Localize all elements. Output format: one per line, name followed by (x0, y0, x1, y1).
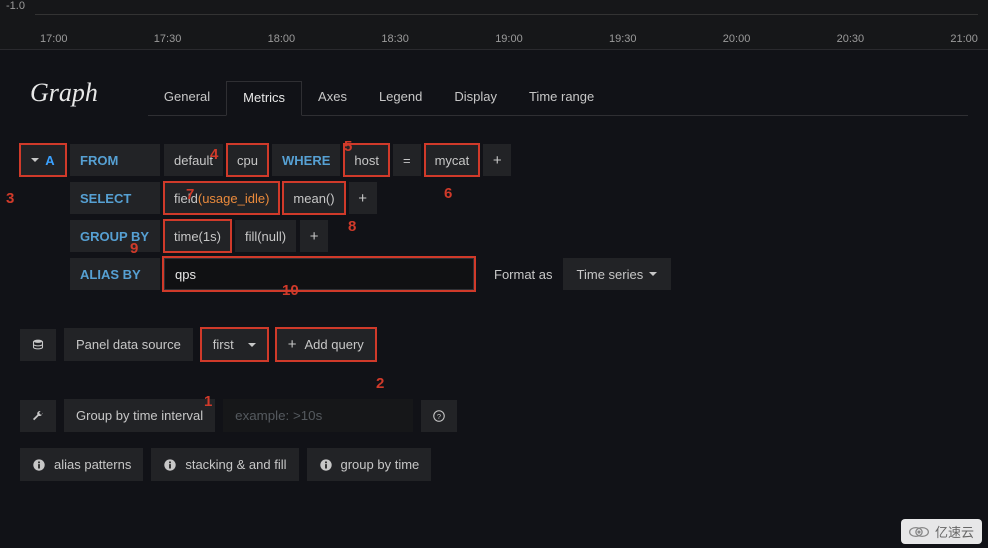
tab-axes[interactable]: Axes (302, 81, 363, 115)
groupby-interval-label: Group by time interval (64, 399, 215, 432)
x-tick: 21:00 (950, 33, 978, 45)
format-as-select[interactable]: Time series (563, 258, 672, 290)
groupby-interval-input-wrap (223, 399, 413, 432)
callout-8: 8 (348, 218, 356, 235)
callout-3: 3 (6, 190, 14, 207)
callout-9: 9 (130, 240, 138, 257)
callout-10: 10 (282, 282, 299, 299)
select-field[interactable]: field(usage_idle) (164, 182, 279, 214)
x-tick: 20:00 (723, 33, 751, 45)
where-keyword: WHERE (272, 144, 340, 176)
callout-6: 6 (444, 185, 452, 202)
groupby-keyword: GROUP BY (70, 220, 160, 252)
tab-display[interactable]: Display (438, 81, 513, 115)
x-ticks: 17:00 17:30 18:00 18:30 19:00 19:30 20:0… (40, 33, 978, 45)
callout-7: 7 (186, 186, 194, 203)
tab-general[interactable]: General (148, 81, 226, 115)
aliasby-keyword: ALIAS BY (70, 258, 160, 290)
from-keyword: FROM (70, 144, 160, 176)
help-alias-label: alias patterns (54, 457, 131, 472)
svg-text:?: ? (437, 412, 441, 421)
groupby-interval-help[interactable]: ? (421, 400, 457, 432)
select-keyword: SELECT (70, 182, 160, 214)
query-letter: A (45, 153, 54, 168)
x-tick: 18:30 (381, 33, 409, 45)
x-tick: 18:00 (268, 33, 296, 45)
format-as-value: Time series (577, 267, 644, 282)
help-groupby[interactable]: group by time (307, 448, 432, 481)
plus-icon: + (288, 337, 297, 352)
help-alias-patterns[interactable]: alias patterns (20, 448, 143, 481)
panel-title: Graph (30, 78, 98, 108)
help-groupby-label: group by time (341, 457, 420, 472)
help-stacking[interactable]: stacking & and fill (151, 448, 298, 481)
tab-metrics[interactable]: Metrics (226, 81, 302, 116)
add-query-label: Add query (305, 337, 364, 352)
wrench-icon (20, 400, 56, 432)
watermark: 亿速云 (901, 519, 982, 544)
x-tick: 17:00 (40, 33, 68, 45)
callout-1: 1 (204, 393, 212, 410)
callout-4: 4 (210, 146, 218, 163)
from-measurement[interactable]: cpu (227, 144, 268, 176)
groupby-time[interactable]: time(1s) (164, 220, 231, 252)
query-editor: A FROM default cpu WHERE host = mycat + … (0, 116, 988, 290)
chart-preview: -1.0 17:00 17:30 18:00 18:30 19:00 19:30… (0, 0, 988, 50)
select-field-name: (usage_idle) (198, 191, 270, 206)
callout-2: 2 (376, 375, 384, 392)
editor-tabs: General Metrics Axes Legend Display Time… (148, 81, 968, 116)
watermark-text: 亿速云 (935, 522, 974, 541)
where-operator[interactable]: = (393, 144, 421, 176)
tab-time-range[interactable]: Time range (513, 81, 610, 115)
panel-datasource-select[interactable]: first (201, 328, 268, 361)
help-stacking-label: stacking & and fill (185, 457, 286, 472)
select-function[interactable]: mean() (283, 182, 344, 214)
panel-datasource-value: first (213, 337, 234, 352)
datasource-icon (20, 329, 56, 361)
x-tick: 17:30 (154, 33, 182, 45)
alias-input[interactable] (175, 267, 463, 282)
groupby-fill[interactable]: fill(null) (235, 220, 296, 252)
where-add[interactable]: + (483, 144, 511, 176)
format-as-label: Format as (494, 267, 553, 282)
x-tick: 20:30 (837, 33, 865, 45)
chart-gridline (35, 14, 978, 15)
callout-5: 5 (344, 138, 352, 155)
query-collapse-toggle[interactable]: A (20, 144, 66, 176)
add-query-button[interactable]: + Add query (276, 328, 376, 361)
help-row: alias patterns stacking & and fill group… (0, 444, 988, 485)
groupby-interval-input[interactable] (235, 408, 401, 423)
panel-datasource-label: Panel data source (64, 328, 193, 361)
x-tick: 19:30 (609, 33, 637, 45)
x-tick: 19:00 (495, 33, 523, 45)
panel-datasource-row: Panel data source first + Add query (0, 324, 988, 365)
tab-legend[interactable]: Legend (363, 81, 438, 115)
where-value[interactable]: mycat (425, 144, 480, 176)
groupby-interval-row: Group by time interval ? (0, 395, 988, 436)
alias-input-wrap (164, 258, 474, 290)
select-add[interactable]: + (349, 182, 377, 214)
groupby-add[interactable]: + (300, 220, 328, 252)
y-tick: -1.0 (6, 0, 25, 12)
